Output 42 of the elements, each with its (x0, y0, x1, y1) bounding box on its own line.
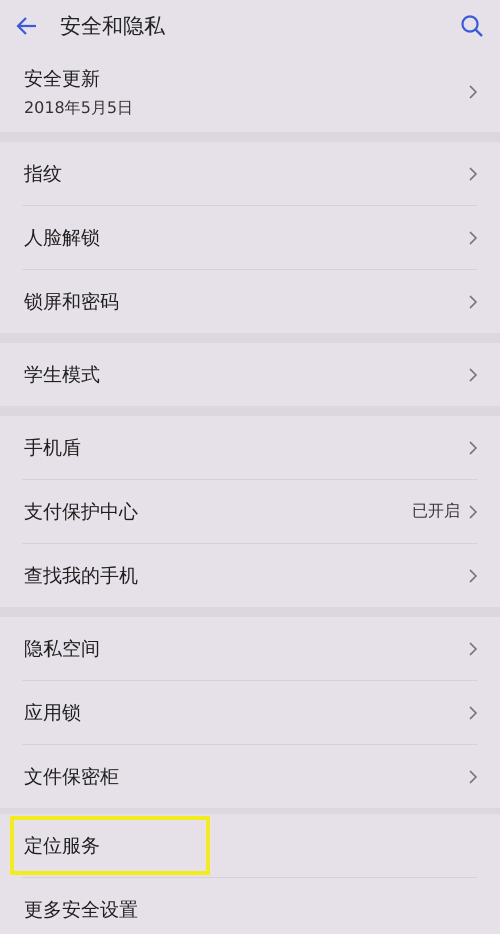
settings-row[interactable]: 手机盾 (0, 416, 500, 479)
row-label: 更多安全设置 (24, 898, 139, 922)
row-label: 文件保密柜 (24, 764, 120, 790)
row-label: 人脸解锁 (24, 226, 101, 250)
settings-row[interactable]: 人脸解锁 (0, 206, 500, 269)
settings-row[interactable]: 文件保密柜 (0, 745, 500, 808)
settings-row[interactable]: 学生模式 (0, 343, 500, 406)
page-title: 安全和隐私 (60, 13, 166, 40)
settings-row[interactable]: 指纹 (0, 142, 500, 205)
chevron-icon (468, 768, 478, 784)
chevron-icon (468, 504, 478, 520)
row-label: 定位服务 (24, 834, 101, 858)
settings-row[interactable]: 安全更新 2018年5月5日 (0, 52, 500, 132)
settings-row[interactable]: 应用锁 (0, 681, 500, 744)
chevron-icon (468, 84, 478, 100)
row-label: 指纹 (24, 162, 63, 186)
row-label: 查找我的手机 (24, 564, 139, 588)
row-label: 应用锁 (24, 700, 82, 726)
settings-row[interactable]: 支付保护中心 已开启 (0, 480, 500, 543)
chevron-icon (468, 294, 478, 310)
chevron-icon (468, 366, 478, 382)
back-button[interactable] (16, 16, 38, 36)
search-button[interactable] (460, 14, 484, 38)
row-subtitle: 2018年5月5日 (24, 98, 134, 118)
row-label: 支付保护中心 (24, 500, 139, 524)
row-value: 已开启 (412, 501, 460, 522)
settings-row[interactable]: 锁屏和密码 (0, 270, 500, 333)
settings-row[interactable]: 定位服务 (0, 814, 500, 877)
settings-row[interactable]: 查找我的手机 (0, 544, 500, 607)
settings-row[interactable]: 隐私空间 (0, 617, 500, 680)
chevron-icon (468, 166, 478, 182)
row-label: 手机盾 (24, 436, 82, 460)
chevron-icon (468, 568, 478, 584)
row-label: 锁屏和密码 (24, 290, 120, 314)
chevron-icon (468, 640, 478, 656)
row-label: 学生模式 (24, 362, 101, 388)
chevron-icon (468, 440, 478, 456)
settings-row[interactable]: 更多安全设置 (0, 878, 500, 934)
chevron-icon (468, 230, 478, 246)
row-label: 隐私空间 (24, 636, 101, 662)
chevron-icon (468, 704, 478, 720)
row-label: 安全更新 (24, 66, 101, 92)
